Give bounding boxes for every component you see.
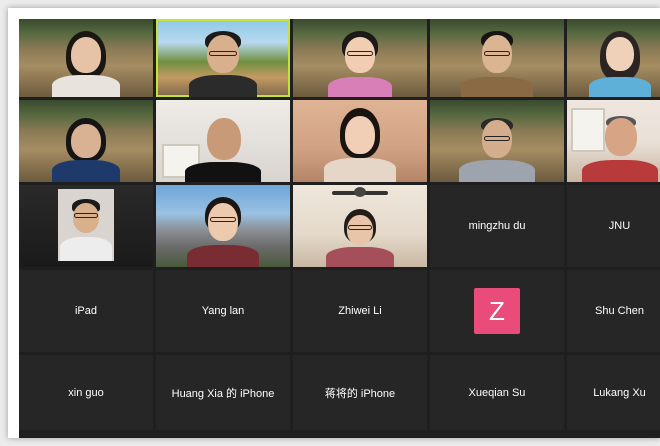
participant-tile[interactable]: Shu Chen xyxy=(567,270,660,352)
participant-video-tile[interactable] xyxy=(156,185,290,267)
participant-video-tile[interactable] xyxy=(156,100,290,182)
participant-name: Huang Xia 的 iPhone xyxy=(171,387,275,400)
participant-name: Yang lan xyxy=(201,305,245,317)
participant-name: Xueqian Su xyxy=(468,386,526,399)
participant-video-tile-active-speaker[interactable] xyxy=(156,19,290,97)
participant-name: JNU xyxy=(608,220,631,232)
participant-video-tile[interactable] xyxy=(19,185,153,267)
participant-tile[interactable]: Yang lan xyxy=(156,270,290,352)
participant-name: Shu Chen xyxy=(595,305,644,317)
avatar: Z xyxy=(474,288,520,334)
participant-video-tile[interactable] xyxy=(567,100,660,182)
participant-name: Zhiwei Li xyxy=(338,305,382,317)
participant-video-tile[interactable] xyxy=(293,185,427,267)
participant-video-tile[interactable] xyxy=(430,100,564,182)
participant-video-tile[interactable] xyxy=(430,19,564,97)
participant-tile[interactable]: Huang Xia 的 iPhone xyxy=(156,355,290,430)
participant-name: iPad xyxy=(74,305,98,317)
participant-tile[interactable]: iPad xyxy=(19,270,153,352)
ceiling-fan-icon xyxy=(332,187,388,197)
participant-video-tile[interactable] xyxy=(567,19,660,97)
participant-name: mingzhu du xyxy=(468,220,526,232)
participant-tile-avatar[interactable]: Z xyxy=(430,270,564,352)
participant-video-tile[interactable] xyxy=(19,19,153,97)
participant-name: xin guo xyxy=(68,386,104,399)
participant-tile[interactable]: JNU xyxy=(567,185,660,267)
participant-tile[interactable]: Zhiwei Li xyxy=(293,270,427,352)
participant-name: 蒋将的 iPhone xyxy=(324,387,396,400)
gallery-grid: mingzhu du JNU iPad Yang lan Zhiwei Li Z… xyxy=(19,19,660,438)
participant-name: Lukang Xu xyxy=(593,386,646,399)
participant-tile[interactable]: Xueqian Su xyxy=(430,355,564,430)
participant-tile[interactable]: 蒋将的 iPhone xyxy=(293,355,427,430)
participant-video-tile[interactable] xyxy=(293,19,427,97)
participant-video-tile[interactable] xyxy=(293,100,427,182)
participant-tile[interactable]: mingzhu du xyxy=(430,185,564,267)
participant-tile[interactable]: xin guo xyxy=(19,355,153,430)
participant-video-tile[interactable] xyxy=(19,100,153,182)
participant-tile[interactable]: Lukang Xu xyxy=(567,355,660,430)
